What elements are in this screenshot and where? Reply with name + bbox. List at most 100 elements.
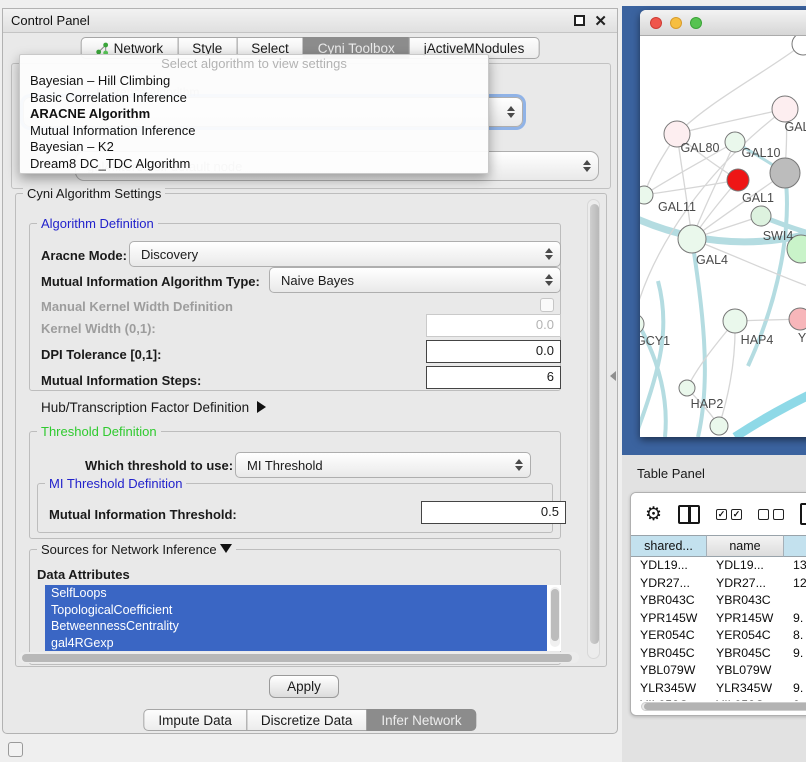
- list-scrollbar[interactable]: [550, 587, 560, 647]
- table-row[interactable]: YPR145WYPR145W9.: [631, 610, 806, 628]
- close-traffic-icon[interactable]: [650, 17, 662, 29]
- network-node[interactable]: [792, 36, 806, 55]
- table-cell: YER054C: [707, 627, 784, 645]
- node-label: GAL80: [681, 141, 720, 155]
- control-panel-titlebar: Control Panel ✕: [3, 9, 617, 33]
- algorithm-popup-item[interactable]: Bayesian – Hill Climbing: [20, 73, 488, 90]
- table-cell: YIL052C: [707, 697, 784, 701]
- split-pane-collapse-icon[interactable]: [610, 371, 616, 381]
- table-row[interactable]: YLR345WYLR345W9.: [631, 680, 806, 698]
- network-node[interactable]: [770, 158, 800, 188]
- mi-type-value: Naive Bayes: [281, 273, 354, 288]
- node-label: SWI4: [763, 229, 794, 243]
- table-row[interactable]: YIL052CYIL052C0.: [631, 697, 806, 701]
- node-label: HAP4: [741, 333, 774, 347]
- node-label: GAL1: [742, 191, 774, 205]
- aracne-mode-value: Discovery: [141, 247, 198, 262]
- table-row[interactable]: YDL19...YDL19...13: [631, 557, 806, 575]
- expand-right-icon[interactable]: [257, 401, 266, 413]
- table-column-header[interactable]: A: [784, 535, 806, 557]
- network-node[interactable]: [710, 417, 728, 435]
- attribute-list-item[interactable]: BetweennessCentrality: [45, 618, 547, 635]
- table-card: ⚙ ✓✓ shared...nameA YDL19...YDL19...13YD…: [630, 492, 806, 716]
- dpi-tolerance-field[interactable]: 0.0: [426, 340, 561, 363]
- settings-vscrollbar[interactable]: [587, 199, 600, 659]
- attribute-list-item[interactable]: SelfLoops: [45, 585, 547, 602]
- close-icon[interactable]: ✕: [594, 12, 607, 30]
- table-row[interactable]: YBR045CYBR045C9.: [631, 645, 806, 663]
- table-row[interactable]: YBL079WYBL079W: [631, 662, 806, 680]
- mi-type-label: Mutual Information Algorithm Type:: [41, 274, 260, 289]
- kernel-width-field[interactable]: 0.0: [426, 314, 561, 337]
- which-threshold-value: MI Threshold: [247, 458, 323, 473]
- network-node[interactable]: [678, 225, 706, 253]
- node-label: GAL10: [742, 146, 781, 160]
- network-window-titlebar[interactable]: [640, 10, 806, 36]
- float-window-icon[interactable]: [574, 15, 585, 26]
- table-column-header[interactable]: shared...: [631, 535, 707, 557]
- network-node[interactable]: [640, 186, 653, 204]
- table-cell: 13: [784, 557, 806, 575]
- table-cell: YDR27...: [631, 575, 707, 593]
- which-threshold-combo[interactable]: MI Threshold: [235, 452, 531, 478]
- table-cell: 8.: [784, 627, 806, 645]
- sources-title[interactable]: Sources for Network Inference: [37, 542, 236, 557]
- checked-boxes-icon[interactable]: ✓✓: [716, 509, 742, 520]
- algorithm-popup-item[interactable]: Mutual Information Inference: [20, 123, 488, 140]
- table-header-row: shared...nameA: [631, 535, 806, 557]
- algorithm-popup-item[interactable]: ARACNE Algorithm: [20, 106, 488, 123]
- table-row[interactable]: YER054CYER054C8.: [631, 627, 806, 645]
- minimize-traffic-icon[interactable]: [670, 17, 682, 29]
- apply-button[interactable]: Apply: [269, 675, 339, 698]
- panel-title: Control Panel: [11, 13, 90, 28]
- table-hscrollbar[interactable]: [641, 702, 806, 711]
- network-canvas[interactable]: GALGAL80GAL10GAL1GAL11SWI4GAL4GCY1HAP4YH…: [640, 36, 806, 437]
- gear-icon[interactable]: ⚙: [645, 503, 662, 526]
- attribute-list-item[interactable]: gal4RGexp: [45, 635, 547, 652]
- network-node[interactable]: [772, 96, 798, 122]
- table-cell: 9.: [784, 610, 806, 628]
- network-node[interactable]: [727, 169, 749, 191]
- algorithm-popup-item[interactable]: Basic Correlation Inference: [20, 90, 488, 107]
- aracne-mode-combo[interactable]: Discovery: [129, 241, 561, 267]
- manual-kernel-label: Manual Kernel Width Definition: [41, 299, 233, 314]
- network-node[interactable]: [679, 380, 695, 396]
- manual-kernel-checkbox[interactable]: [540, 298, 554, 312]
- table-cell: 0.: [784, 697, 806, 701]
- hub-definition-label[interactable]: Hub/Transcription Factor Definition: [41, 400, 266, 415]
- split-view-icon[interactable]: [678, 505, 700, 524]
- algorithm-dropdown-popup: Select algorithm to view settings Bayesi…: [19, 54, 489, 174]
- table-cell: [784, 592, 806, 610]
- unchecked-boxes-icon[interactable]: [758, 509, 784, 520]
- mi-steps-field[interactable]: 6: [426, 366, 561, 389]
- table-cell: YDL19...: [707, 557, 784, 575]
- table-row[interactable]: YBR043CYBR043C: [631, 592, 806, 610]
- network-edge[interactable]: [735, 376, 806, 437]
- network-node[interactable]: [723, 309, 747, 333]
- attribute-list-item[interactable]: TopologicalCoefficient: [45, 602, 547, 619]
- table-row[interactable]: YDR27...YDR27...12: [631, 575, 806, 593]
- algorithm-popup-item[interactable]: Dream8 DC_TDC Algorithm: [20, 156, 488, 173]
- network-edge[interactable]: [644, 180, 738, 195]
- tab-impute-data[interactable]: Impute Data: [143, 709, 247, 731]
- tab-discretize-data[interactable]: Discretize Data: [246, 709, 368, 731]
- table-cell: YPR145W: [631, 610, 707, 628]
- document-icon[interactable]: [800, 503, 806, 525]
- tab-infer-network[interactable]: Infer Network: [366, 709, 476, 731]
- data-attributes-list[interactable]: SelfLoopsTopologicalCoefficientBetweenne…: [45, 585, 561, 651]
- algorithm-popup-item[interactable]: Bayesian – K2: [20, 139, 488, 156]
- network-node[interactable]: [789, 308, 806, 330]
- network-edge[interactable]: [640, 281, 663, 437]
- floating-panel-icon[interactable]: [8, 742, 23, 757]
- zoom-traffic-icon[interactable]: [690, 17, 702, 29]
- network-view-window[interactable]: GALGAL80GAL10GAL1GAL11SWI4GAL4GCY1HAP4YH…: [640, 10, 806, 437]
- table-cell: YIL052C: [631, 697, 707, 701]
- node-label: Y: [798, 331, 806, 345]
- table-column-header[interactable]: name: [707, 535, 784, 557]
- mi-threshold-field[interactable]: 0.5: [421, 501, 566, 524]
- collapse-down-icon[interactable]: [220, 544, 232, 553]
- data-attributes-label: Data Attributes: [37, 567, 130, 582]
- settings-hscrollbar[interactable]: [19, 652, 579, 663]
- mi-type-combo[interactable]: Naive Bayes: [269, 267, 561, 293]
- network-node[interactable]: [751, 206, 771, 226]
